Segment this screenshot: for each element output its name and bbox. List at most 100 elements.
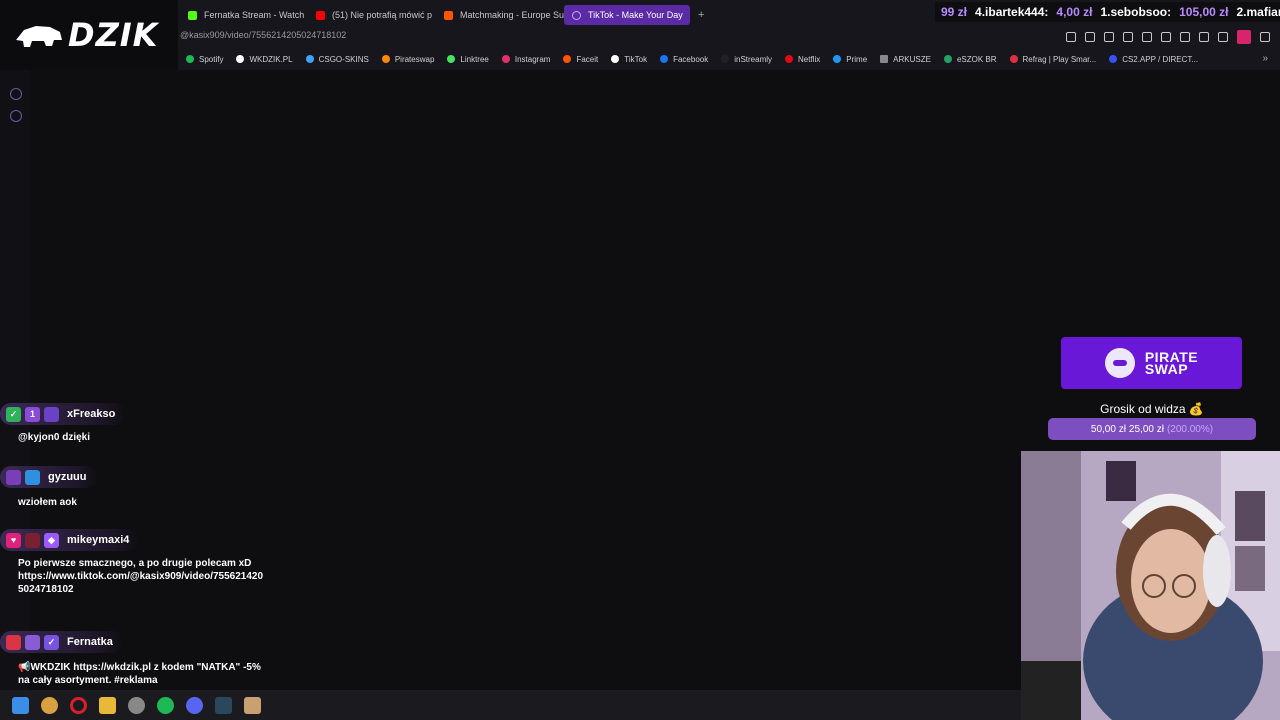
bookmark-facebook[interactable]: Facebook [660, 55, 708, 64]
facebook-icon [660, 55, 669, 63]
tab-tiktok[interactable]: TikTok - Make Your Day [564, 5, 690, 25]
profile-icon[interactable] [1237, 30, 1251, 44]
folder-icon[interactable] [99, 696, 116, 714]
bookmark-label: TikTok [624, 54, 648, 64]
new-tab-button[interactable]: + [690, 9, 712, 21]
chat-user-bar: ✓ Fernatka [0, 631, 123, 653]
sub-badge-icon [44, 406, 59, 422]
chrome-icon[interactable] [128, 696, 145, 714]
kick-icon [188, 10, 197, 20]
block-icon[interactable] [1104, 32, 1114, 42]
steam-icon[interactable] [215, 696, 232, 714]
ticker-name: 1.sebobsoo: [1100, 5, 1172, 19]
chat-message: ✓ 1 xFreakso @kyjon0 dzięki [0, 403, 268, 444]
bookmark-eszok[interactable]: eSZOK BR [943, 54, 997, 64]
bookmark-faceit[interactable]: Faceit [563, 55, 598, 64]
screen: DZIK Fernatka Stream - Watch (51) Nie po… [0, 0, 1280, 720]
bookmark-pirateswap[interactable]: Pirateswap [381, 54, 435, 64]
chat-username: gyzuuu [48, 471, 87, 483]
bookmark-label: CS2.APP / DIRECT... [1122, 54, 1199, 64]
tab-label: Matchmaking - Europe Su [460, 10, 564, 20]
bookmark-label: inStreamly [734, 54, 773, 64]
bookmark-prime[interactable]: Prime [833, 55, 867, 64]
puzzle-icon[interactable] [1199, 32, 1209, 42]
extension-icon[interactable] [1161, 32, 1171, 42]
menu-icon[interactable] [1260, 32, 1270, 42]
chat-username: Fernatka [67, 636, 113, 648]
ticker-amount: 4,00 zł [1056, 5, 1093, 19]
bookmark-label: WKDZIK.PL [249, 54, 293, 64]
vpn-icon[interactable] [1180, 32, 1190, 42]
sword-badge-icon [25, 532, 40, 548]
bookmark-cs2app[interactable]: CS2.APP / DIRECT... [1109, 55, 1198, 64]
bookmark-wkdzik[interactable]: WKDZIK.PL [236, 54, 293, 64]
spotify-icon[interactable] [157, 696, 174, 714]
windows-icon[interactable] [12, 696, 29, 714]
bookmark-label: Facebook [673, 54, 709, 64]
browser-chrome: DZIK Fernatka Stream - Watch (51) Nie po… [0, 0, 1280, 70]
bookmark-label: Linktree [460, 54, 489, 64]
discord-icon[interactable] [186, 696, 203, 714]
bookmark-linktree[interactable]: Linktree [447, 54, 489, 64]
bookmark-label: CSGO-SKINS [318, 54, 369, 64]
ticker-name: 4.ibartek444: [975, 5, 1049, 19]
tab-matchmaking[interactable]: Matchmaking - Europe Su [436, 5, 564, 25]
bookmark-refrag[interactable]: Refrag | Play Smar... [1009, 55, 1096, 64]
ticker-amount: 99 zł [941, 5, 968, 19]
bookmarks-bar: Spotify WKDZIK.PL CSGO-SKINS Pirateswap … [186, 52, 1198, 66]
youtube-icon [316, 10, 325, 20]
chat-text: @kyjon0 dzięki [18, 432, 90, 443]
chat-message: gyzuuu wziołem aok [0, 466, 268, 509]
settings-icon[interactable] [1218, 32, 1228, 42]
heart-icon[interactable] [1142, 32, 1152, 42]
bookmark-instagram[interactable]: Instagram [501, 55, 550, 64]
bookmark-label: ARKUSZE [893, 54, 931, 64]
bookmark-instreamly[interactable]: inStreamly [721, 55, 772, 64]
ticker-amount: 105,00 zł [1179, 5, 1229, 19]
webcam-image [1021, 451, 1280, 720]
instreamly-icon [721, 55, 730, 63]
bookmark-csgo-skins[interactable]: CSGO-SKINS [305, 54, 369, 64]
sub-badge-icon [25, 469, 40, 485]
diamond-badge-icon: ◆ [44, 532, 59, 548]
donation-ticker: 99 zł 4.ibartek444: 4,00 zł 1.sebobsoo: … [935, 2, 1280, 22]
sword-badge-icon: ✓ [6, 406, 21, 422]
webcam-feed [1021, 451, 1280, 720]
chat-user-bar: gyzuuu [0, 466, 97, 488]
bookmark-label: Netflix [798, 54, 821, 64]
tab-label: (51) Nie potrafią mówić p [332, 10, 433, 20]
goal-percent: (200.00%) [1166, 423, 1214, 435]
chat-username: mikeymaxi4 [67, 534, 130, 546]
tab-strip: Fernatka Stream - Watch (51) Nie potrafi… [180, 5, 712, 25]
goal-current: 50,00 zł [1090, 423, 1126, 435]
tab-youtube[interactable]: (51) Nie potrafią mówić p [308, 5, 436, 25]
csgo-skins-icon [305, 55, 314, 63]
search-icon[interactable] [41, 696, 58, 714]
chat-user-bar: ♥ ◆ mikeymaxi4 [0, 529, 140, 551]
bookmark-label: Pirateswap [394, 54, 435, 64]
bookmark-tiktok[interactable]: TikTok [611, 55, 647, 64]
spotify-icon [186, 55, 194, 63]
refrag-icon [1009, 55, 1018, 63]
bookmark-icon[interactable] [1066, 32, 1076, 42]
address-bar[interactable]: @kasix909/video/7556214205024718102 [180, 30, 346, 40]
send-icon[interactable] [1123, 32, 1133, 42]
screenshot-icon[interactable] [1085, 32, 1095, 42]
verified-badge-icon: ✓ [44, 634, 59, 650]
app-icon[interactable] [244, 696, 261, 714]
opera-icon[interactable] [70, 696, 87, 714]
chat-message: ♥ ◆ mikeymaxi4 Po pierwsze smacznego, a … [0, 529, 268, 596]
bookmark-netflix[interactable]: Netflix [785, 55, 820, 64]
bookmark-spotify[interactable]: Spotify [186, 55, 223, 64]
bookmarks-overflow-button[interactable]: » [1262, 53, 1268, 64]
feather-badge-icon [6, 469, 21, 485]
folder-icon [880, 55, 889, 63]
gear-icon[interactable] [10, 110, 22, 122]
bookmark-label: eSZOK BR [956, 54, 997, 64]
tab-fernatka[interactable]: Fernatka Stream - Watch [180, 5, 308, 25]
bookmark-arkusze[interactable]: ARKUSZE [880, 55, 931, 64]
bookmark-label: Spotify [199, 54, 224, 64]
tab-label: TikTok - Make Your Day [588, 10, 683, 20]
netflix-icon [785, 55, 794, 63]
clock-icon[interactable] [10, 88, 22, 100]
